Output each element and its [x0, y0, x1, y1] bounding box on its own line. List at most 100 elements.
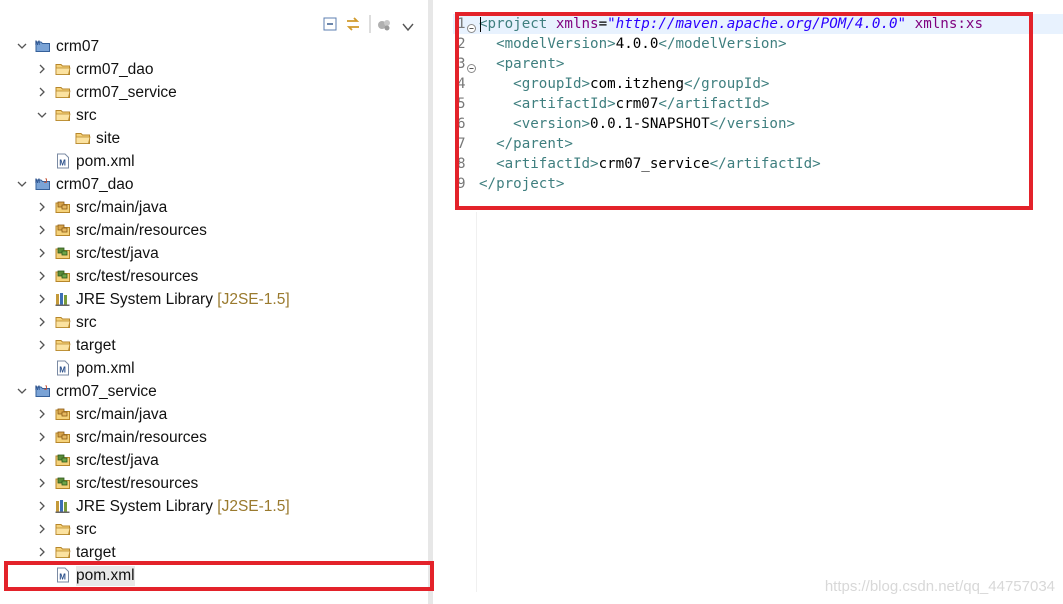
chevron-down-icon[interactable] [16, 39, 28, 51]
tree-item[interactable]: Mpom.xml [0, 150, 428, 173]
tree-item-text: src/main/resources [76, 429, 207, 446]
chevron-right-icon[interactable] [36, 522, 48, 534]
chevron-right-icon[interactable] [36, 338, 48, 350]
tree-item[interactable]: Mpom.xml [0, 564, 428, 587]
chevron-down-icon[interactable] [36, 108, 48, 120]
tree-item-text: src/main/java [76, 199, 168, 216]
chevron-right-icon[interactable] [36, 269, 48, 281]
code-line[interactable]: 8 <artifactId>crm07_service</artifactId> [453, 154, 1063, 174]
code-line[interactable]: 5 <artifactId>crm07</artifactId> [453, 94, 1063, 114]
tree-item[interactable]: src/test/java [0, 449, 428, 472]
tree-item-label: crm07_dao [56, 175, 134, 195]
tree-item[interactable]: src/main/resources [0, 426, 428, 449]
tree-item-text: crm07_service [56, 383, 157, 400]
code-text: <parent> [479, 54, 564, 74]
chevron-down-icon[interactable] [16, 384, 28, 396]
chevron-right-icon[interactable] [36, 85, 48, 97]
tree-item[interactable]: src/test/resources [0, 265, 428, 288]
code-line[interactable]: 2 <modelVersion>4.0.0</modelVersion> [453, 34, 1063, 54]
chevron-right-icon[interactable] [36, 430, 48, 442]
tree-item-label: src/test/java [76, 244, 159, 264]
chevron-down-icon[interactable] [16, 177, 28, 189]
tree-item-decoration: [J2SE-1.5] [217, 291, 290, 308]
code-line[interactable]: 6 <version>0.0.1-SNAPSHOT</version> [453, 114, 1063, 134]
tree-item[interactable]: M J crm07_dao [0, 173, 428, 196]
tree-item-label: site [96, 129, 120, 149]
tree-item[interactable]: Mcrm07 [0, 35, 428, 58]
code-text: <groupId>com.itzheng</groupId> [479, 74, 769, 94]
svg-text:M: M [35, 179, 40, 185]
tree-item[interactable]: src/main/resources [0, 219, 428, 242]
tree-item[interactable]: Mpom.xml [0, 357, 428, 380]
tree-item-text: JRE System Library [76, 291, 213, 308]
tree-item[interactable]: crm07_dao [0, 58, 428, 81]
code-area[interactable]: 1 <project xmlns="http://maven.apache.org… [453, 14, 1063, 194]
tree-item[interactable]: src [0, 518, 428, 541]
pom-editor[interactable]: 1 <project xmlns="http://maven.apache.org… [453, 0, 1063, 604]
folder-icon [55, 544, 71, 560]
line-number: 3 [457, 56, 466, 72]
tree-item[interactable]: JRE System Library [J2SE-1.5] [0, 495, 428, 518]
tree-item-text: crm07_dao [76, 61, 154, 78]
chevron-right-icon[interactable] [36, 476, 48, 488]
maven-java-project-icon: MJ [35, 176, 51, 192]
maven-pom-icon: M [55, 360, 71, 376]
tree-item[interactable]: target [0, 334, 428, 357]
chevron-right-icon[interactable] [36, 407, 48, 419]
project-tree: Mcrm07 crm07_dao crm07_service src site Mpom.… [0, 35, 428, 587]
chevron-right-icon[interactable] [36, 499, 48, 511]
code-text: </project> [479, 174, 564, 194]
tree-item-text: src/test/resources [76, 268, 199, 285]
chevron-right-icon[interactable] [36, 315, 48, 327]
tree-item[interactable]: src/main/java [0, 403, 428, 426]
tree-item[interactable]: target [0, 541, 428, 564]
tree-item-label: src [76, 106, 97, 126]
tree-item[interactable]: crm07_service [0, 81, 428, 104]
svg-text:M: M [59, 365, 66, 374]
tree-item[interactable]: src [0, 311, 428, 334]
tree-item[interactable]: src/main/java [0, 196, 428, 219]
tree-item[interactable]: site [0, 127, 428, 150]
tree-item[interactable]: M J crm07_service [0, 380, 428, 403]
code-line[interactable]: 3 <parent> [453, 54, 1063, 74]
collapse-all-icon[interactable] [323, 17, 337, 36]
maven-java-project-icon: MJ [35, 383, 51, 399]
tree-item-label: crm07_service [56, 382, 157, 402]
tree-item[interactable]: JRE System Library [J2SE-1.5] [0, 288, 428, 311]
chevron-right-icon[interactable] [36, 545, 48, 557]
chevron-right-icon[interactable] [36, 223, 48, 235]
code-line[interactable]: 7 </parent> [453, 134, 1063, 154]
code-token: <artifactId> [496, 156, 599, 172]
tree-item-label: target [76, 336, 116, 356]
code-token: <parent> [496, 56, 565, 72]
tree-item[interactable]: src/test/resources [0, 472, 428, 495]
tree-item-decoration: [J2SE-1.5] [217, 498, 290, 515]
tree-item-label: src/main/java [76, 405, 167, 425]
chevron-right-icon[interactable] [36, 246, 48, 258]
fold-toggle-icon[interactable] [467, 19, 476, 33]
code-line[interactable]: 1 <project xmlns="http://maven.apache.org… [453, 14, 1063, 34]
chevron-right-icon[interactable] [36, 200, 48, 212]
code-token: </version> [709, 116, 796, 132]
chevron-right-icon[interactable] [36, 62, 48, 74]
code-token: <version> [513, 116, 591, 132]
fold-toggle-icon[interactable] [467, 59, 476, 73]
code-text: <modelVersion>4.0.0</modelVersion> [479, 34, 786, 54]
code-line[interactable]: 9 </project> [453, 174, 1063, 194]
code-token: <artifactId> [513, 96, 616, 112]
chevron-right-icon[interactable] [36, 453, 48, 465]
library-icon [55, 498, 71, 514]
chevron-right-icon[interactable] [36, 292, 48, 304]
tree-item-text: pom.xml [76, 153, 135, 170]
code-line[interactable]: 4 <groupId>com.itzheng</groupId> [453, 74, 1063, 94]
code-token: <project [479, 16, 556, 32]
tree-item[interactable]: src [0, 104, 428, 127]
tree-item-label: src/test/resources [76, 474, 198, 494]
view-sash[interactable] [428, 0, 433, 604]
tree-item[interactable]: src/test/java [0, 242, 428, 265]
tree-item-label: src/test/java [76, 451, 159, 471]
test-folder-icon [55, 475, 71, 491]
tree-item-label: crm07_dao [76, 60, 154, 80]
